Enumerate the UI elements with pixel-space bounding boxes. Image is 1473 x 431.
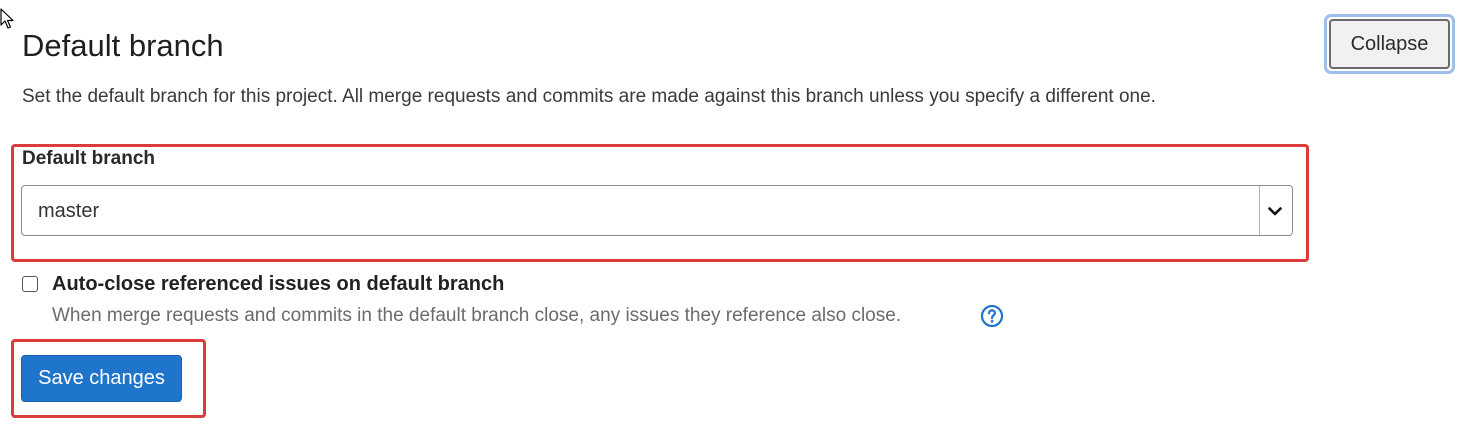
auto-close-help-text: When merge requests and commits in the d… bbox=[52, 305, 902, 326]
default-branch-label: Default branch bbox=[22, 148, 156, 169]
save-changes-button[interactable]: Save changes bbox=[21, 355, 182, 402]
default-branch-value: master bbox=[38, 200, 100, 222]
auto-close-checkbox[interactable] bbox=[22, 276, 38, 292]
auto-close-label[interactable]: Auto-close referenced issues on default … bbox=[52, 271, 504, 297]
section-description: Set the default branch for this project.… bbox=[22, 86, 1156, 107]
question-circle-icon[interactable] bbox=[980, 304, 1004, 328]
mouse-cursor-icon bbox=[0, 8, 14, 29]
collapse-button-focus-ring: Collapse bbox=[1324, 14, 1455, 74]
select-divider bbox=[1259, 186, 1260, 235]
chevron-down-icon[interactable] bbox=[1266, 202, 1284, 220]
collapse-button[interactable]: Collapse bbox=[1329, 19, 1450, 69]
default-branch-select[interactable]: master bbox=[21, 185, 1293, 236]
section-title: Default branch bbox=[22, 28, 224, 63]
